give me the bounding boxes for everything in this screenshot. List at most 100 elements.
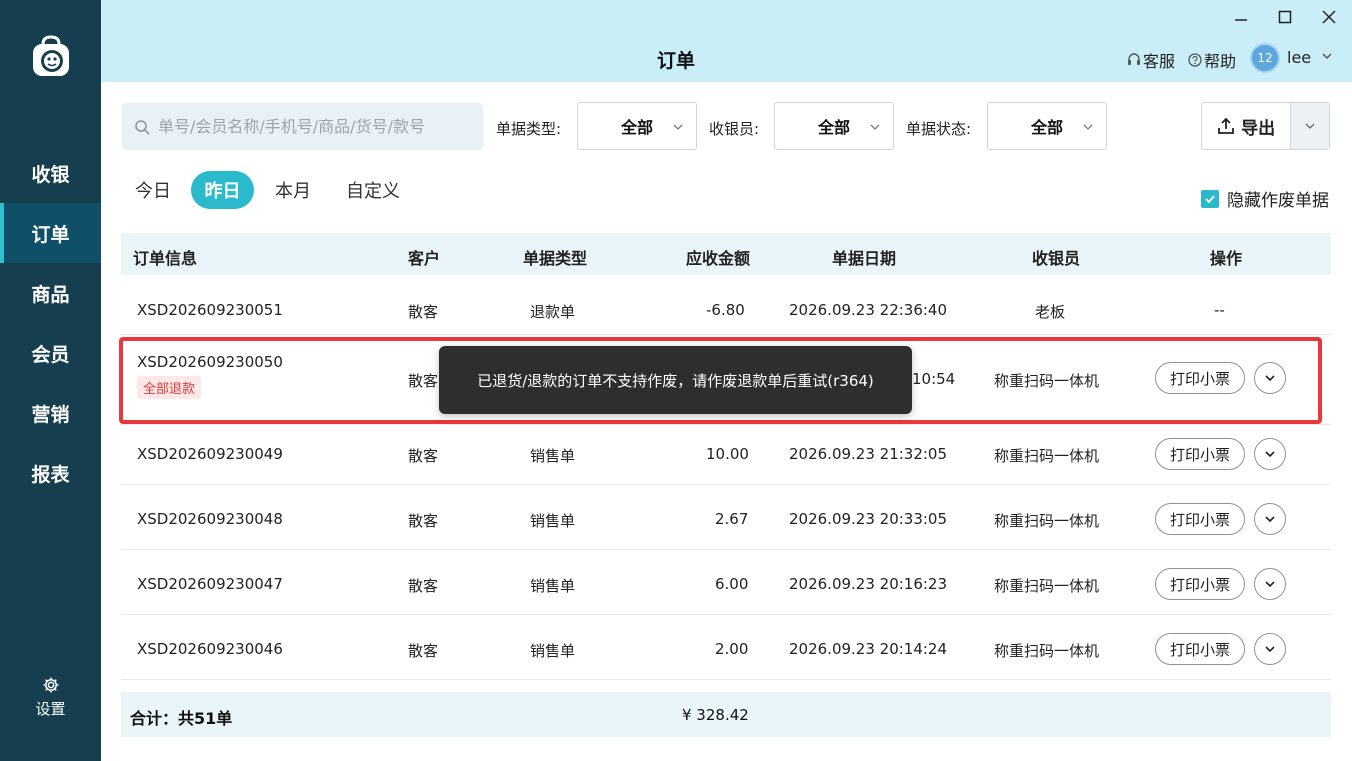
export-dropdown-button[interactable] <box>1290 103 1329 149</box>
hide-void-toggle[interactable]: 隐藏作废单据 <box>1201 186 1329 211</box>
status-filter-label: 单据状态: <box>906 120 972 138</box>
column-header: 收银员 <box>1032 249 1081 268</box>
print-receipt-button[interactable]: 打印小票 <box>1155 633 1245 665</box>
chevron-down-icon <box>870 124 880 130</box>
type-cell: 销售单 <box>530 512 576 530</box>
type-filter-value: 全部 <box>620 118 653 137</box>
avatar[interactable]: 12 <box>1250 43 1280 73</box>
column-header: 单据类型 <box>523 249 588 268</box>
search-icon <box>135 119 150 135</box>
date-cell: 2026.09.23 22:36:40 <box>789 301 948 319</box>
cashier-cell: 称重扫码一体机 <box>994 577 1100 595</box>
maximize-icon <box>1278 10 1292 24</box>
header: 订单 客服 帮助 12 lee <box>101 0 1352 82</box>
customer-cell: 散客 <box>408 372 439 390</box>
print-receipt-button[interactable]: 打印小票 <box>1155 503 1245 535</box>
sidebar-item-label: 会员 <box>31 343 70 366</box>
help-icon <box>1188 53 1202 67</box>
print-receipt-button[interactable]: 打印小票 <box>1155 438 1245 470</box>
table-row[interactable]: XSD202609230048 散客 销售单 2.67 2026.09.23 2… <box>121 485 1331 550</box>
chevron-down-icon <box>673 124 683 130</box>
settings-label: 设置 <box>35 700 66 718</box>
more-actions-button[interactable] <box>1254 568 1286 600</box>
type-filter-label: 单据类型: <box>496 120 562 138</box>
headset-icon <box>1128 53 1140 65</box>
action-placeholder: -- <box>1214 301 1225 319</box>
sidebar-item-label: 订单 <box>31 223 70 246</box>
status-filter-select[interactable]: 全部 <box>987 102 1107 150</box>
more-actions-button[interactable] <box>1254 362 1286 394</box>
sidebar-item-checkout[interactable]: 收银 <box>0 143 101 203</box>
print-receipt-button[interactable]: 打印小票 <box>1155 362 1245 394</box>
customer-cell: 散客 <box>408 512 439 530</box>
table-footer: 合计：共51单 ¥ 328.42 <box>121 692 1331 737</box>
toast-message: 已退货/退款的订单不支持作废，请作废退款单后重试(r364) <box>439 346 912 414</box>
column-header: 客户 <box>408 249 441 268</box>
status-badge: 全部退款 <box>137 376 202 399</box>
chevron-down-icon <box>1305 123 1315 129</box>
customer-service-link[interactable]: 客服 <box>1127 48 1175 72</box>
more-actions-button[interactable] <box>1254 633 1286 665</box>
date-cell: 2026.09.23 20:14:24 <box>789 640 948 658</box>
upload-icon <box>1218 117 1235 134</box>
status-filter-value: 全部 <box>1030 118 1063 137</box>
page-title: 订单 <box>656 50 695 72</box>
sidebar-item-products[interactable]: 商品 <box>0 263 101 323</box>
customer-cell: 散客 <box>408 642 439 660</box>
more-actions-button[interactable] <box>1254 438 1286 470</box>
search-input[interactable] <box>158 117 478 136</box>
export-button[interactable]: 导出 <box>1202 103 1290 149</box>
cashier-cell: 老板 <box>1035 303 1066 321</box>
table-row[interactable]: XSD202609230051 散客 退款单 -6.80 2026.09.23 … <box>121 275 1331 335</box>
minimize-icon <box>1235 19 1247 21</box>
sidebar-item-marketing[interactable]: 营销 <box>0 383 101 443</box>
settings-button[interactable]: 设置 <box>0 676 101 726</box>
amount-cell: 2.00 <box>715 640 749 658</box>
hide-void-checkbox[interactable] <box>1201 189 1219 208</box>
close-icon <box>1322 10 1336 24</box>
cashier-filter-label: 收银员: <box>709 120 760 138</box>
amount-cell: 2.67 <box>715 510 749 528</box>
table-row[interactable]: XSD202609230046 散客 销售单 2.00 2026.09.23 2… <box>121 615 1331 680</box>
order-number: XSD202609230049 <box>137 445 283 463</box>
hide-void-label: 隐藏作废单据 <box>1227 191 1329 211</box>
maximize-button[interactable] <box>1273 6 1297 28</box>
chevron-down-icon <box>1265 451 1275 458</box>
customer-service-label: 客服 <box>1143 52 1176 71</box>
close-button[interactable] <box>1317 6 1341 28</box>
cashier-cell: 称重扫码一体机 <box>994 447 1100 465</box>
print-receipt-button[interactable]: 打印小票 <box>1155 568 1245 600</box>
tab-custom[interactable]: 自定义 <box>340 171 406 209</box>
tab-today[interactable]: 今日 <box>128 171 178 209</box>
type-cell: 退款单 <box>530 303 576 321</box>
table-row[interactable]: XSD202609230049 散客 销售单 10.00 2026.09.23 … <box>121 425 1331 485</box>
cashier-filter-select[interactable]: 全部 <box>774 102 894 150</box>
column-header: 订单信息 <box>133 249 198 268</box>
table-row[interactable]: XSD202609230047 散客 销售单 6.00 2026.09.23 2… <box>121 550 1331 615</box>
sidebar-item-orders[interactable]: 订单 <box>0 203 101 263</box>
sidebar-item-reports[interactable]: 报表 <box>0 443 101 503</box>
date-cell: 2026.09.23 21:32:05 <box>789 445 948 463</box>
customer-cell: 散客 <box>408 577 439 595</box>
sidebar-item-members[interactable]: 会员 <box>0 323 101 383</box>
username[interactable]: lee <box>1287 48 1311 67</box>
total-count: 合计：共51单 <box>130 709 233 728</box>
sidebar-item-label: 报表 <box>31 463 70 486</box>
type-filter-select[interactable]: 全部 <box>577 102 697 150</box>
chevron-down-icon <box>1265 375 1275 382</box>
chevron-down-icon <box>1083 124 1093 130</box>
tab-yesterday[interactable]: 昨日 <box>191 171 254 209</box>
type-cell: 销售单 <box>530 577 576 595</box>
cashier-cell: 称重扫码一体机 <box>994 642 1100 660</box>
export-button-group: 导出 <box>1201 102 1330 150</box>
tab-this-month[interactable]: 本月 <box>268 171 318 209</box>
order-number: XSD202609230047 <box>137 575 283 593</box>
order-number: XSD202609230046 <box>137 640 283 658</box>
minimize-button[interactable] <box>1229 6 1253 28</box>
search-field[interactable] <box>122 103 483 150</box>
help-link[interactable]: 帮助 <box>1188 48 1236 72</box>
chevron-down-icon[interactable] <box>1321 50 1333 62</box>
date-cell: 2026.09.23 20:16:23 <box>789 575 948 593</box>
more-actions-button[interactable] <box>1254 503 1286 535</box>
amount-cell: -6.80 <box>706 301 745 319</box>
